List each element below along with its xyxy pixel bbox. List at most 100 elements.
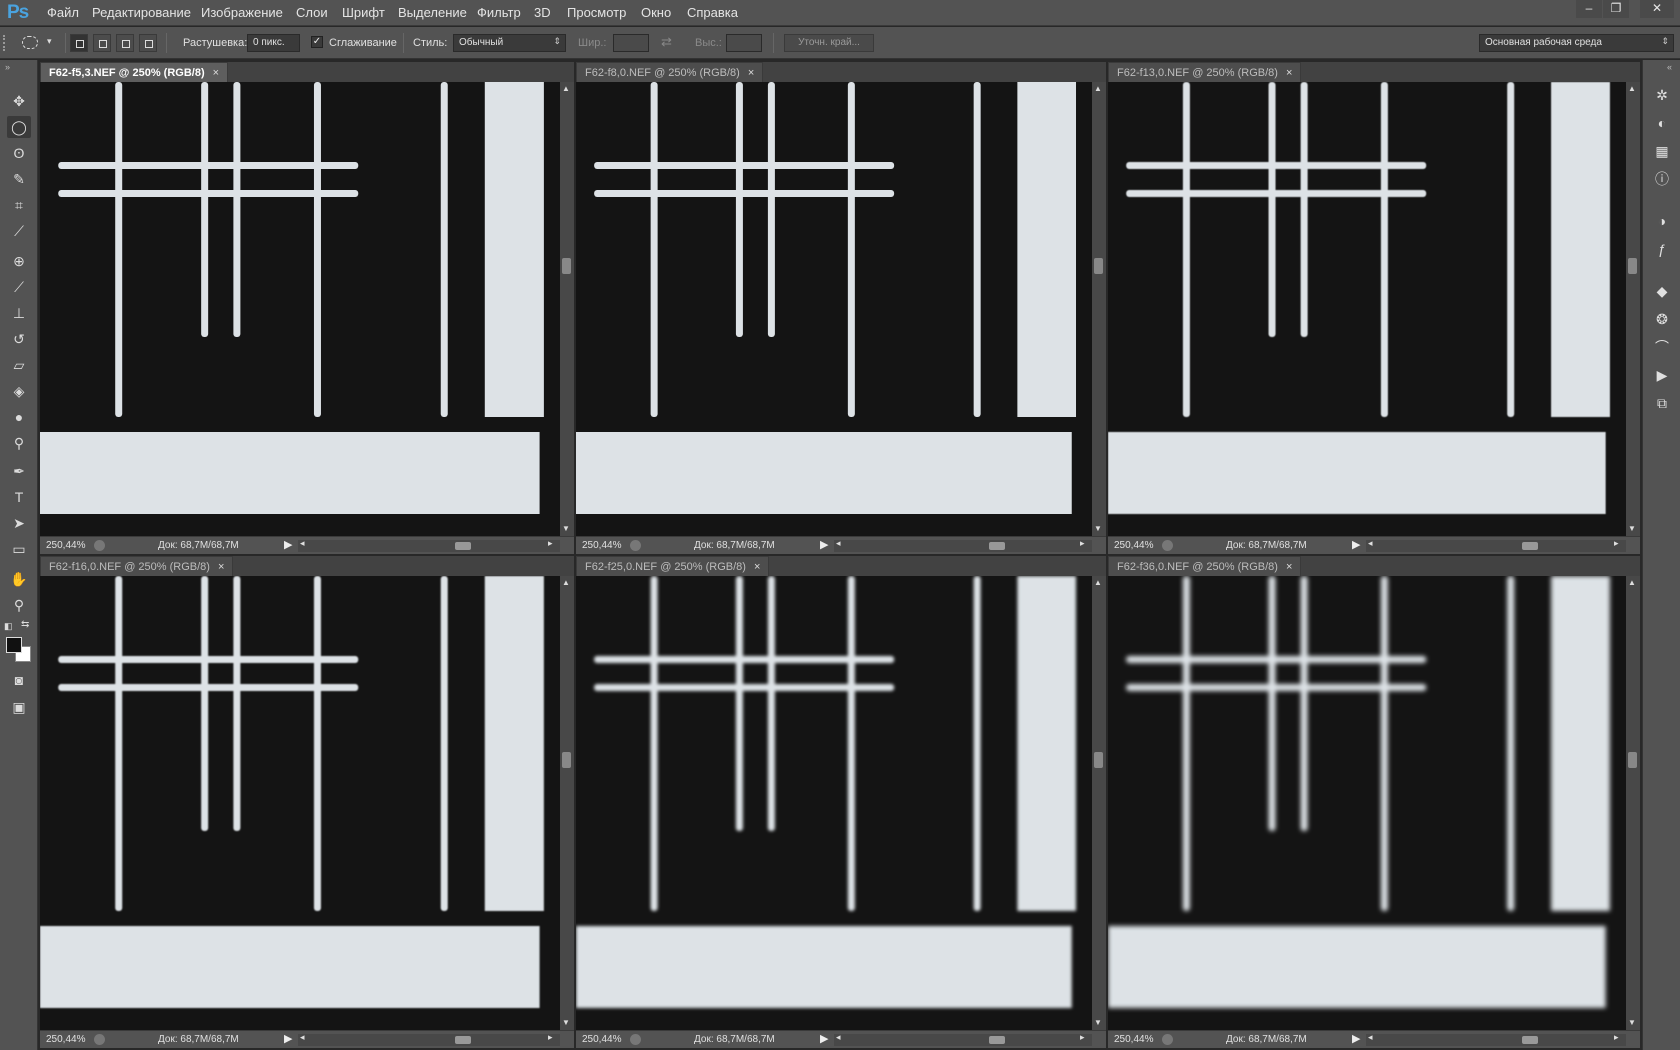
menu-view[interactable]: Просмотр — [567, 5, 626, 20]
refine-edge-button[interactable]: Уточн. край... — [784, 34, 874, 52]
color-icon[interactable]: ◐ — [1650, 112, 1674, 134]
antialias-checkbox[interactable]: ✓ — [311, 36, 323, 48]
horizontal-scrollbar[interactable]: ◂ ▸ — [1366, 1032, 1626, 1046]
scroll-down-icon[interactable]: ▼ — [1094, 524, 1102, 533]
vertical-scrollbar[interactable]: ▲ ▼ — [1626, 576, 1640, 1030]
paths-icon[interactable]: ⌒ — [1650, 336, 1674, 358]
scroll-down-icon[interactable]: ▼ — [562, 1018, 570, 1027]
scroll-thumb[interactable] — [455, 542, 471, 550]
scroll-thumb[interactable] — [562, 258, 571, 274]
horizontal-scrollbar[interactable]: ◂ ▸ — [298, 538, 560, 552]
scroll-right-icon[interactable]: ▸ — [548, 1032, 553, 1043]
scroll-left-icon[interactable]: ◂ — [300, 538, 305, 549]
image-canvas[interactable] — [576, 576, 1092, 1030]
swap-colors-icon[interactable]: ⇆ — [21, 619, 29, 630]
horizontal-scrollbar[interactable]: ◂ ▸ — [834, 1032, 1092, 1046]
clone-stamp-tool-icon[interactable]: ⊥ — [7, 302, 31, 324]
document-tab[interactable]: F62-f5,3.NEF @ 250% (RGB/8) × — [40, 62, 229, 82]
scroll-thumb[interactable] — [1628, 752, 1637, 768]
zoom-level[interactable]: 250,44% — [582, 540, 621, 551]
scroll-left-icon[interactable]: ◂ — [300, 1032, 305, 1043]
horizontal-scrollbar[interactable]: ◂ ▸ — [298, 1032, 560, 1046]
menu-type[interactable]: Шрифт — [342, 5, 385, 20]
swap-dimensions-icon[interactable]: ⇄ — [661, 34, 672, 50]
feather-input[interactable]: 0 пикс. — [247, 34, 300, 52]
scroll-right-icon[interactable]: ▸ — [1614, 538, 1619, 549]
type-tool-icon[interactable]: T — [7, 486, 31, 508]
menu-image[interactable]: Изображение — [201, 5, 283, 20]
status-menu-arrow-icon[interactable]: ▶ — [820, 1032, 828, 1045]
close-tab-icon[interactable]: × — [1286, 67, 1292, 79]
crop-tool-icon[interactable]: ⌗ — [7, 194, 31, 216]
image-canvas[interactable] — [40, 82, 560, 536]
menu-3d[interactable]: 3D — [534, 5, 551, 20]
workspace-select[interactable]: Основная рабочая среда ⇕ — [1479, 34, 1674, 52]
intersect-selection-button[interactable] — [139, 34, 157, 52]
vertical-scrollbar[interactable]: ▲ ▼ — [1626, 82, 1640, 536]
elliptical-marquee-tool-icon[interactable]: ◯ — [7, 116, 31, 138]
scroll-thumb[interactable] — [1628, 258, 1637, 274]
pen-tool-icon[interactable]: ✒ — [7, 460, 31, 482]
scroll-up-icon[interactable]: ▲ — [562, 84, 570, 93]
scroll-left-icon[interactable]: ◂ — [1368, 1032, 1373, 1043]
history-brush-tool-icon[interactable]: ↺ — [7, 328, 31, 350]
scroll-up-icon[interactable]: ▲ — [1628, 578, 1636, 587]
scroll-thumb[interactable] — [562, 752, 571, 768]
vertical-scrollbar[interactable]: ▲ ▼ — [560, 82, 574, 536]
screen-mode-icon[interactable]: ▣ — [7, 696, 31, 718]
styles-icon[interactable]: ƒ — [1650, 238, 1674, 260]
zoom-level[interactable]: 250,44% — [46, 540, 85, 551]
document-tab[interactable]: F62-f36,0.NEF @ 250% (RGB/8) × — [1108, 556, 1302, 576]
scroll-left-icon[interactable]: ◂ — [836, 538, 841, 549]
scroll-thumb[interactable] — [1522, 542, 1538, 550]
status-menu-arrow-icon[interactable]: ▶ — [284, 538, 292, 551]
info-icon[interactable]: ⓘ — [1650, 168, 1674, 190]
scroll-right-icon[interactable]: ▸ — [1080, 1032, 1085, 1043]
menu-select[interactable]: Выделение — [398, 5, 467, 20]
dodge-tool-icon[interactable]: ⚲ — [7, 432, 31, 454]
quick-mask-icon[interactable]: ◙ — [7, 669, 31, 691]
channels-icon[interactable]: ❂ — [1650, 308, 1674, 330]
adjustments-icon[interactable]: ◑ — [1650, 210, 1674, 232]
close-button[interactable]: ✕ — [1640, 0, 1674, 18]
image-canvas[interactable] — [1108, 576, 1626, 1030]
scroll-thumb[interactable] — [1094, 258, 1103, 274]
scroll-right-icon[interactable]: ▸ — [548, 538, 553, 549]
paint-bucket-tool-icon[interactable]: ◈ — [7, 380, 31, 402]
history-icon[interactable]: ⧉ — [1650, 392, 1674, 414]
menu-window[interactable]: Окно — [641, 5, 671, 20]
document-tab[interactable]: F62-f13,0.NEF @ 250% (RGB/8) × — [1108, 62, 1302, 82]
brush-tool-icon[interactable]: ⟋ — [7, 276, 31, 298]
spot-healing-tool-icon[interactable]: ⊕ — [7, 250, 31, 272]
eraser-tool-icon[interactable]: ▱ — [7, 354, 31, 376]
close-tab-icon[interactable]: × — [748, 67, 754, 79]
style-select[interactable]: Обычный ⇕ — [453, 34, 566, 52]
status-menu-arrow-icon[interactable]: ▶ — [284, 1032, 292, 1045]
scroll-thumb[interactable] — [1522, 1036, 1538, 1044]
close-tab-icon[interactable]: × — [213, 67, 219, 79]
tool-preset-picker[interactable]: ▾ — [20, 35, 60, 51]
horizontal-scrollbar[interactable]: ◂ ▸ — [834, 538, 1092, 552]
scroll-thumb[interactable] — [989, 542, 1005, 550]
vertical-scrollbar[interactable]: ▲ ▼ — [560, 576, 574, 1030]
swatches-icon[interactable]: ▦ — [1650, 140, 1674, 162]
zoom-tool-icon[interactable]: ⚲ — [7, 594, 31, 616]
close-tab-icon[interactable]: × — [218, 561, 224, 573]
lasso-tool-icon[interactable]: ʘ — [7, 142, 31, 164]
scroll-right-icon[interactable]: ▸ — [1080, 538, 1085, 549]
menu-filter[interactable]: Фильтр — [477, 5, 521, 20]
default-colors-icon[interactable]: ◧ — [4, 621, 13, 632]
image-canvas[interactable] — [1108, 82, 1626, 536]
minimize-button[interactable]: – — [1576, 0, 1602, 18]
close-tab-icon[interactable]: × — [754, 561, 760, 573]
rectangle-tool-icon[interactable]: ▭ — [7, 538, 31, 560]
restore-button[interactable]: ❐ — [1603, 0, 1629, 18]
expand-panels-icon[interactable]: « — [1667, 62, 1672, 72]
collapse-panel-icon[interactable]: » — [5, 62, 10, 72]
scroll-up-icon[interactable]: ▲ — [1094, 578, 1102, 587]
scroll-thumb[interactable] — [455, 1036, 471, 1044]
scroll-down-icon[interactable]: ▼ — [1628, 1018, 1636, 1027]
menu-layers[interactable]: Слои — [296, 5, 328, 20]
scroll-up-icon[interactable]: ▲ — [562, 578, 570, 587]
layers-icon[interactable]: ◆ — [1650, 280, 1674, 302]
